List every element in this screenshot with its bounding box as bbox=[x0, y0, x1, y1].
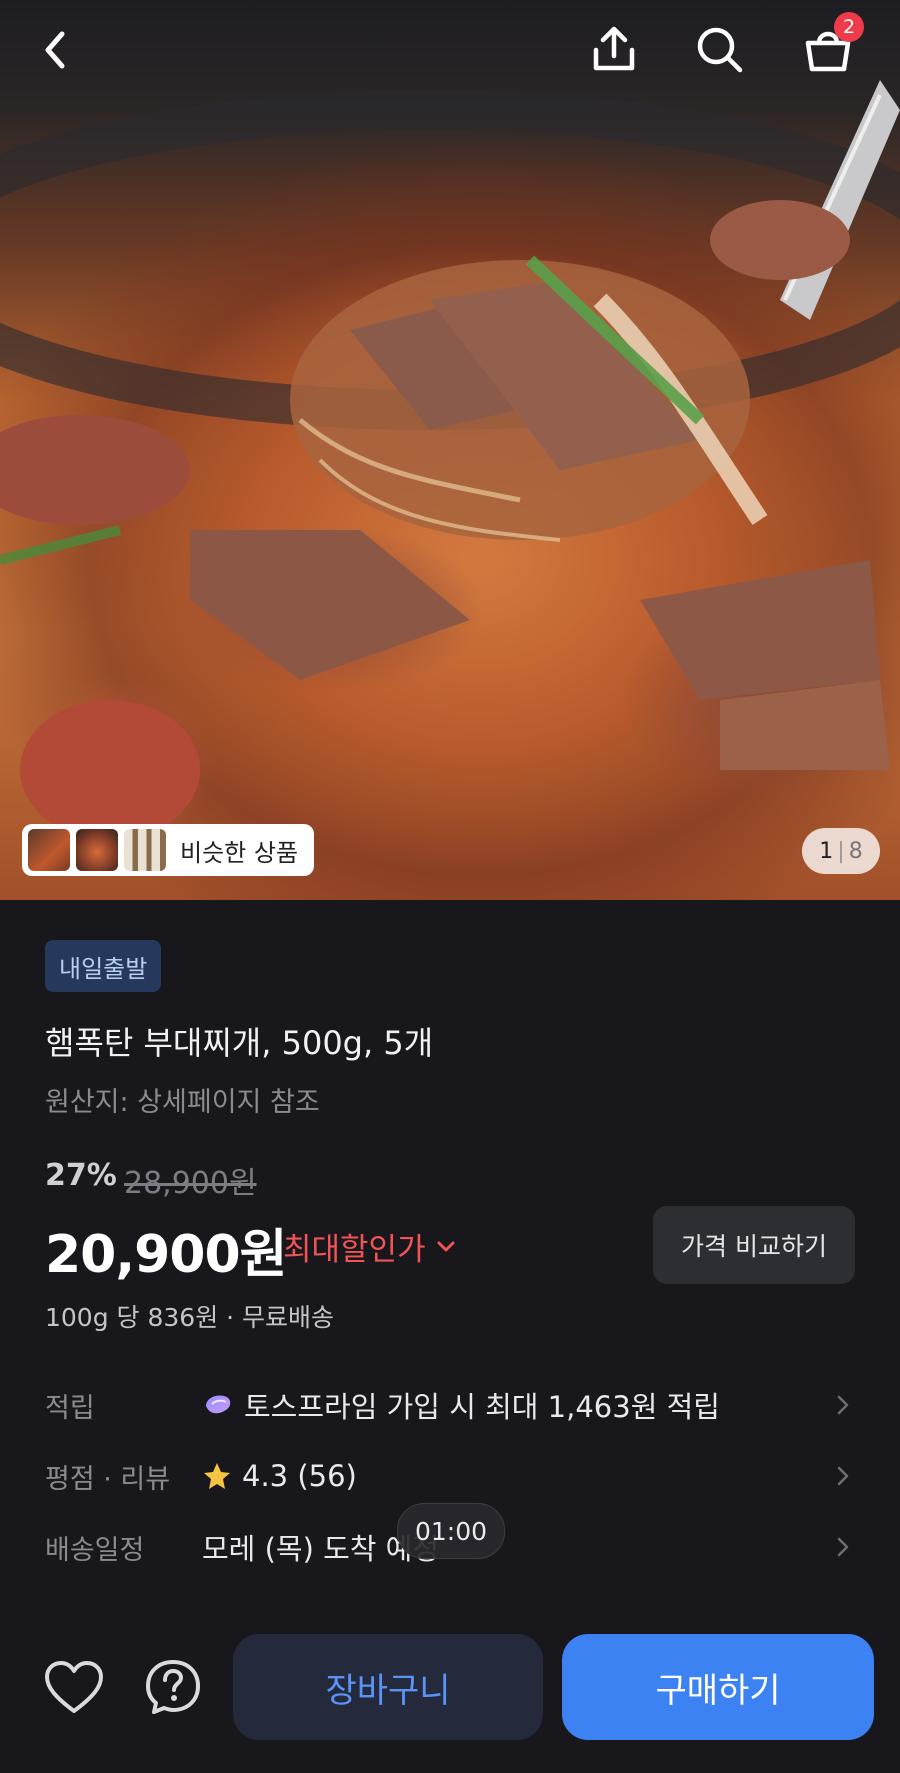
image-counter: 1 | 8 bbox=[802, 828, 880, 874]
wishlist-button[interactable] bbox=[39, 1652, 109, 1722]
share-icon bbox=[593, 26, 635, 71]
info-value-rating: 4.3 (56) bbox=[242, 1459, 357, 1493]
budae-jjigae-photo bbox=[0, 80, 900, 840]
info-value-points-wrap: 토스프라임 가입 시 최대 1,463원 적립 bbox=[202, 1384, 720, 1426]
cart-button[interactable]: 2 bbox=[798, 12, 864, 80]
chevron-right-icon bbox=[837, 1395, 849, 1415]
similar-thumb-2 bbox=[76, 829, 118, 871]
compare-price-button[interactable]: 가격 비교하기 bbox=[653, 1206, 855, 1284]
search-icon bbox=[697, 27, 743, 73]
info-value-points: 토스프라임 가입 시 최대 1,463원 적립 bbox=[244, 1390, 720, 1424]
cart-count-badge: 2 bbox=[834, 12, 864, 42]
help-button[interactable] bbox=[138, 1652, 208, 1722]
unit-price-shipping: 100g 당 836원 · 무료배송 bbox=[45, 1303, 335, 1332]
info-value-rating-wrap: 4.3 (56) bbox=[202, 1459, 357, 1493]
image-separator: | bbox=[837, 838, 845, 864]
info-label-rating: 평점 · 리뷰 bbox=[45, 1463, 171, 1495]
max-discount-dropdown[interactable]: 최대할인가 bbox=[283, 1224, 456, 1269]
info-label-delivery: 배송일정 bbox=[45, 1534, 145, 1566]
info-row-points[interactable]: 적립 토스프라임 가입 시 최대 1,463원 적립 bbox=[0, 1375, 900, 1435]
question-icon bbox=[146, 1660, 200, 1714]
product-title: 햄폭탄 부대찌개, 500g, 5개 bbox=[45, 1024, 434, 1062]
delivery-tag: 내일출발 bbox=[45, 940, 162, 992]
similar-thumb-1 bbox=[28, 829, 70, 871]
star-icon bbox=[204, 1463, 230, 1489]
original-price: 28,900원 bbox=[124, 1166, 257, 1201]
bottom-action-bar: 장바구니 구매하기 bbox=[0, 1600, 900, 1773]
back-button[interactable] bbox=[26, 20, 86, 80]
chevron-left-icon bbox=[45, 31, 65, 69]
similar-thumb-3 bbox=[124, 829, 166, 871]
similar-products-button[interactable]: 비슷한 상품 bbox=[22, 824, 315, 876]
chevron-right-icon bbox=[837, 1466, 849, 1486]
max-discount-label: 최대할인가 bbox=[283, 1232, 426, 1268]
heart-icon bbox=[45, 1661, 103, 1713]
product-origin: 원산지: 상세페이지 참조 bbox=[45, 1087, 320, 1118]
chevron-down-icon bbox=[437, 1241, 455, 1251]
countdown-timer: 01:00 bbox=[397, 1503, 505, 1559]
sale-price: 20,900원 bbox=[45, 1225, 288, 1285]
info-label-points: 적립 bbox=[45, 1392, 95, 1424]
share-button[interactable] bbox=[584, 20, 644, 80]
image-total: 8 bbox=[848, 838, 863, 864]
product-image[interactable]: 2 비슷한 상품 1 | 8 bbox=[0, 0, 900, 900]
prime-gem-icon bbox=[206, 1395, 231, 1414]
add-to-cart-button[interactable]: 장바구니 bbox=[233, 1634, 543, 1740]
info-row-rating[interactable]: 평점 · 리뷰 4.3 (56) bbox=[0, 1446, 900, 1506]
similar-products-label: 비슷한 상품 bbox=[180, 838, 299, 867]
search-button[interactable] bbox=[690, 20, 750, 80]
discount-percent: 27% bbox=[45, 1158, 117, 1193]
buy-now-button[interactable]: 구매하기 bbox=[562, 1634, 874, 1740]
image-current: 1 bbox=[819, 838, 834, 864]
chevron-right-icon bbox=[837, 1537, 849, 1557]
